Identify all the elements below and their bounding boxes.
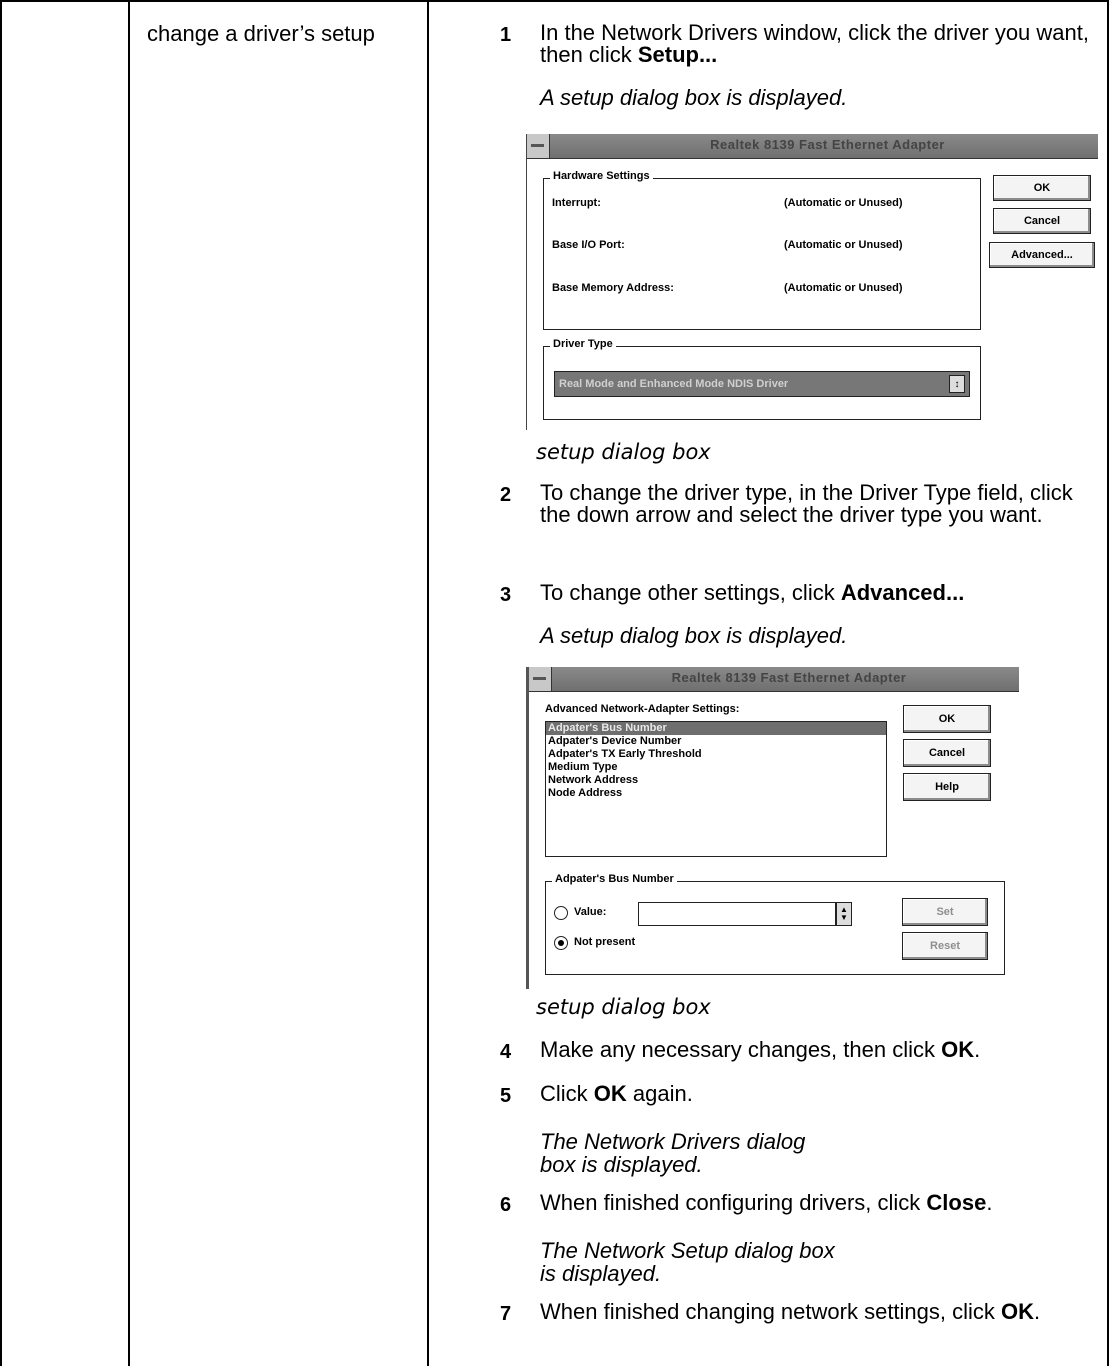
- dialog-title: Realtek 8139 Fast Ethernet Adapter: [710, 137, 945, 152]
- group-label: Driver Type: [550, 338, 616, 350]
- list-item[interactable]: Node Address: [546, 787, 886, 800]
- setting-value: (Automatic or Unused): [784, 239, 903, 251]
- step-number: 5: [500, 1085, 512, 1107]
- step-number: 2: [500, 484, 512, 506]
- step-number: 7: [500, 1303, 512, 1325]
- step-note: A setup dialog box is displayed.: [540, 623, 848, 648]
- step-number: 6: [500, 1194, 512, 1216]
- system-menu-icon[interactable]: [527, 134, 550, 158]
- dropdown-arrow-icon[interactable]: ↕: [949, 375, 965, 393]
- list-item[interactable]: Adpater's Device Number: [546, 735, 886, 748]
- step-note: A setup dialog box is displayed.: [540, 85, 848, 110]
- step-number: 3: [500, 584, 512, 606]
- list-label: Advanced Network-Adapter Settings:: [545, 703, 740, 715]
- step-number: 1: [500, 24, 512, 46]
- reset-button[interactable]: Reset: [902, 932, 988, 960]
- set-button[interactable]: Set: [902, 898, 988, 926]
- figure-caption: setup dialog box: [536, 995, 711, 1019]
- cancel-button[interactable]: Cancel: [903, 739, 991, 767]
- value-radio[interactable]: [554, 906, 568, 920]
- step-note: The Network Setup dialog box is displaye…: [540, 1238, 835, 1286]
- spinner-icon[interactable]: ▲ ▼: [836, 902, 852, 926]
- step-text: To change other settings, click Advanced…: [540, 580, 965, 605]
- dialog-titlebar: Realtek 8139 Fast Ethernet Adapter: [529, 667, 1019, 692]
- advanced-dialog-screenshot: Realtek 8139 Fast Ethernet Adapter Advan…: [526, 667, 1019, 989]
- ok-button[interactable]: OK: [903, 705, 991, 733]
- not-present-radio[interactable]: [554, 936, 568, 950]
- list-item[interactable]: Network Address: [546, 774, 886, 787]
- task-description: change a driver’s setup: [147, 21, 375, 46]
- system-menu-icon[interactable]: [529, 667, 552, 691]
- group-label: Adpater's Bus Number: [552, 873, 677, 885]
- settings-listbox[interactable]: Adpater's Bus Number Adpater's Device Nu…: [545, 721, 887, 857]
- driver-type-group: Driver Type Real Mode and Enhanced Mode …: [543, 338, 981, 420]
- advanced-button[interactable]: Advanced...: [989, 242, 1095, 268]
- dropdown-value: Real Mode and Enhanced Mode NDIS Driver: [559, 378, 789, 390]
- setting-value: (Automatic or Unused): [784, 282, 903, 294]
- figure-caption: setup dialog box: [536, 440, 711, 464]
- list-item[interactable]: Adpater's Bus Number: [546, 722, 886, 735]
- setting-label: Base Memory Address:: [552, 282, 674, 294]
- hardware-settings-group: Hardware Settings Interrupt: (Automatic …: [543, 170, 981, 330]
- ok-button[interactable]: OK: [993, 175, 1091, 201]
- dialog-titlebar: Realtek 8139 Fast Ethernet Adapter: [527, 134, 1098, 159]
- step-text: Click OK again.: [540, 1081, 693, 1106]
- list-item[interactable]: Adpater's TX Early Threshold: [546, 748, 886, 761]
- step-text: In the Network Drivers window, click the…: [540, 20, 1089, 67]
- step-text: Make any necessary changes, then click O…: [540, 1037, 981, 1062]
- driver-type-dropdown[interactable]: Real Mode and Enhanced Mode NDIS Driver …: [554, 371, 970, 397]
- step-note: The Network Drivers dialog box is displa…: [540, 1129, 806, 1177]
- setting-label: Interrupt:: [552, 197, 601, 209]
- step-text: When finished changing network settings,…: [540, 1299, 1041, 1324]
- value-input[interactable]: [638, 902, 836, 926]
- table-divider-1: [128, 0, 130, 1366]
- step-text: When finished configuring drivers, click…: [540, 1190, 993, 1215]
- setting-value: (Automatic or Unused): [784, 197, 903, 209]
- table-border-top: [0, 0, 1109, 2]
- radio-label: Value:: [574, 906, 607, 918]
- table-divider-2: [427, 0, 429, 1366]
- dialog-title: Realtek 8139 Fast Ethernet Adapter: [671, 670, 907, 685]
- step-text: To change the driver type, in the Driver…: [540, 480, 1073, 527]
- document-page: change a driver’s setup 1 In the Network…: [0, 0, 1109, 1366]
- setting-label: Base I/O Port:: [552, 239, 625, 251]
- step-number: 4: [500, 1041, 512, 1063]
- cancel-button[interactable]: Cancel: [993, 208, 1091, 234]
- group-label: Hardware Settings: [550, 170, 653, 182]
- bus-number-group: Adpater's Bus Number Value: ▲ ▼ Not prese…: [545, 873, 1005, 975]
- list-item[interactable]: Medium Type: [546, 761, 886, 774]
- help-button[interactable]: Help: [903, 773, 991, 801]
- table-border-left: [0, 0, 2, 1366]
- radio-label: Not present: [574, 936, 636, 948]
- setup-dialog-screenshot: Realtek 8139 Fast Ethernet Adapter Hardw…: [526, 134, 1098, 430]
